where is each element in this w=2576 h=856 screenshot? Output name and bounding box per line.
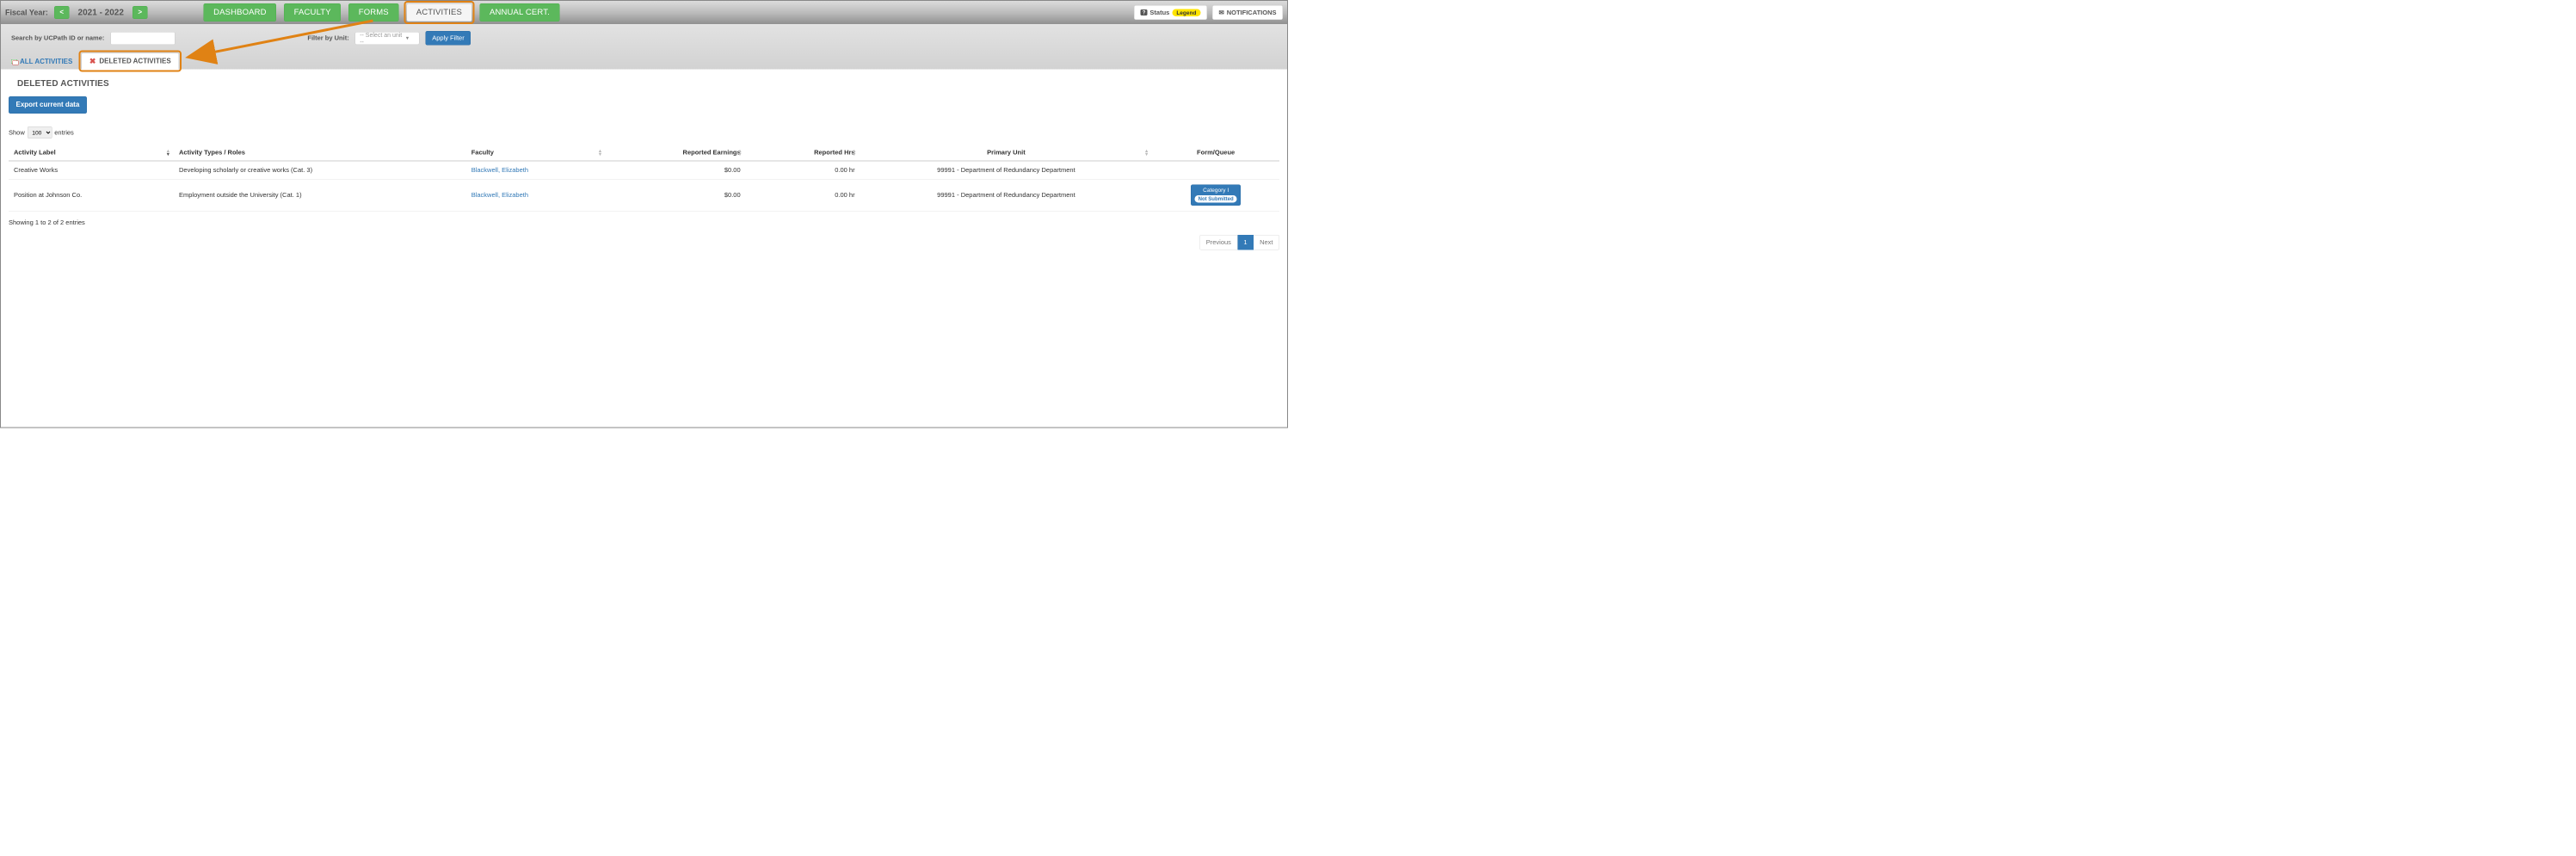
legend-pill: Legend — [1172, 9, 1200, 16]
table-header-row: Activity Label Activity Types / Roles Fa… — [9, 145, 1279, 161]
pager-page-1[interactable]: 1 — [1237, 235, 1254, 250]
envelope-icon: ✉ — [1218, 9, 1223, 16]
form-queue-badge[interactable]: Category I Not Submitted — [1191, 185, 1241, 206]
page-title: DELETED ACTIVITIES — [17, 79, 1279, 89]
notifications-button[interactable]: ✉ NOTIFICATIONS — [1212, 5, 1283, 20]
col-form-queue[interactable]: Form/Queue — [1152, 145, 1279, 161]
fiscal-year-value: 2021 - 2022 — [74, 8, 128, 18]
faculty-link[interactable]: Blackwell, Elizabeth — [471, 192, 528, 200]
col-primary-unit[interactable]: Primary Unit — [860, 145, 1153, 161]
cell-activity-label: Creative Works — [9, 161, 174, 179]
nav-dashboard[interactable]: DASHBOARD — [204, 3, 277, 22]
unit-select-placeholder: -- Select an unit -- — [360, 31, 405, 45]
status-legend-button[interactable]: ? Status Legend — [1134, 5, 1207, 20]
form-category: Category I — [1203, 187, 1229, 194]
main-content: DELETED ACTIVITIES Export current data S… — [1, 70, 1287, 255]
cell-activity-label: Position at Johnson Co. — [9, 179, 174, 211]
x-icon: ✖ — [89, 57, 96, 66]
nav-annual-cert[interactable]: ANNUAL CERT. — [480, 3, 560, 22]
filter-bar: Search by UCPath ID or name: Filter by U… — [1, 24, 1287, 70]
tab-deleted-activities[interactable]: ✖ DELETED ACTIVITIES — [81, 53, 179, 70]
top-right-controls: ? Status Legend ✉ NOTIFICATIONS — [1134, 5, 1283, 20]
col-earnings[interactable]: Reported Earnings — [606, 145, 745, 161]
cell-activity-type: Developing scholarly or creative works (… — [174, 161, 466, 179]
top-nav-bar: Fiscal Year: < 2021 - 2022 > DASHBOARD F… — [1, 1, 1287, 24]
form-status: Not Submitted — [1195, 195, 1237, 203]
stack-icon — [11, 59, 17, 65]
faculty-link[interactable]: Blackwell, Elizabeth — [471, 167, 528, 175]
cell-unit: 99991 - Department of Redundancy Departm… — [860, 179, 1153, 211]
unit-select[interactable]: -- Select an unit -- ▼ — [355, 32, 420, 45]
cell-hrs: 0.00 hr — [746, 179, 860, 211]
sort-icon — [166, 149, 170, 156]
col-activity-label[interactable]: Activity Label — [9, 145, 174, 161]
pager-next[interactable]: Next — [1254, 235, 1279, 250]
table-row: Position at Johnson Co. Employment outsi… — [9, 179, 1279, 211]
sort-icon — [852, 149, 856, 156]
nav-activities[interactable]: ACTIVITIES — [406, 3, 471, 22]
tab-all-label: ALL ACTIVITIES — [20, 59, 72, 66]
activities-table: Activity Label Activity Types / Roles Fa… — [9, 145, 1279, 212]
length-prefix: Show — [9, 129, 25, 137]
tab-all-activities[interactable]: ALL ACTIVITIES — [11, 59, 72, 70]
sort-icon — [1144, 149, 1149, 156]
length-control: Show 100 entries — [9, 126, 1279, 139]
length-suffix: entries — [54, 129, 74, 137]
sort-icon — [737, 149, 742, 156]
cell-earnings: $0.00 — [606, 161, 745, 179]
cell-hrs: 0.00 hr — [746, 161, 860, 179]
nav-faculty[interactable]: FACULTY — [284, 3, 341, 22]
table-row: Creative Works Developing scholarly or c… — [9, 161, 1279, 179]
col-hrs[interactable]: Reported Hrs — [746, 145, 860, 161]
status-label: Status — [1149, 9, 1169, 16]
col-activity-types[interactable]: Activity Types / Roles — [174, 145, 466, 161]
fiscal-prev-button[interactable]: < — [54, 6, 70, 19]
search-input[interactable] — [110, 32, 175, 45]
cell-activity-type: Employment outside the University (Cat. … — [174, 179, 466, 211]
main-nav: DASHBOARD FACULTY FORMS ACTIVITIES ANNUA… — [204, 3, 560, 22]
pagination: Previous 1 Next — [9, 235, 1279, 250]
cell-earnings: $0.00 — [606, 179, 745, 211]
chevron-down-icon: ▼ — [405, 35, 410, 40]
nav-forms[interactable]: FORMS — [348, 3, 398, 22]
activity-tabs: ALL ACTIVITIES ✖ DELETED ACTIVITIES — [11, 53, 1277, 70]
export-button[interactable]: Export current data — [9, 96, 87, 114]
cell-unit: 99991 - Department of Redundancy Departm… — [860, 161, 1153, 179]
apply-filter-button[interactable]: Apply Filter — [426, 31, 471, 46]
fiscal-year-label: Fiscal Year: — [5, 8, 48, 17]
unit-filter-label: Filter by Unit: — [307, 34, 348, 42]
fiscal-next-button[interactable]: > — [132, 6, 148, 19]
help-icon: ? — [1141, 9, 1148, 15]
length-select[interactable]: 100 — [28, 126, 52, 139]
sort-icon — [598, 149, 602, 156]
notifications-label: NOTIFICATIONS — [1227, 9, 1277, 16]
table-info: Showing 1 to 2 of 2 entries — [9, 219, 1279, 227]
cell-form: Category I Not Submitted — [1152, 179, 1279, 211]
search-label: Search by UCPath ID or name: — [11, 34, 104, 42]
col-faculty[interactable]: Faculty — [466, 145, 606, 161]
tab-deleted-label: DELETED ACTIVITIES — [99, 58, 170, 65]
cell-form — [1152, 161, 1279, 179]
pager-previous[interactable]: Previous — [1199, 235, 1237, 250]
